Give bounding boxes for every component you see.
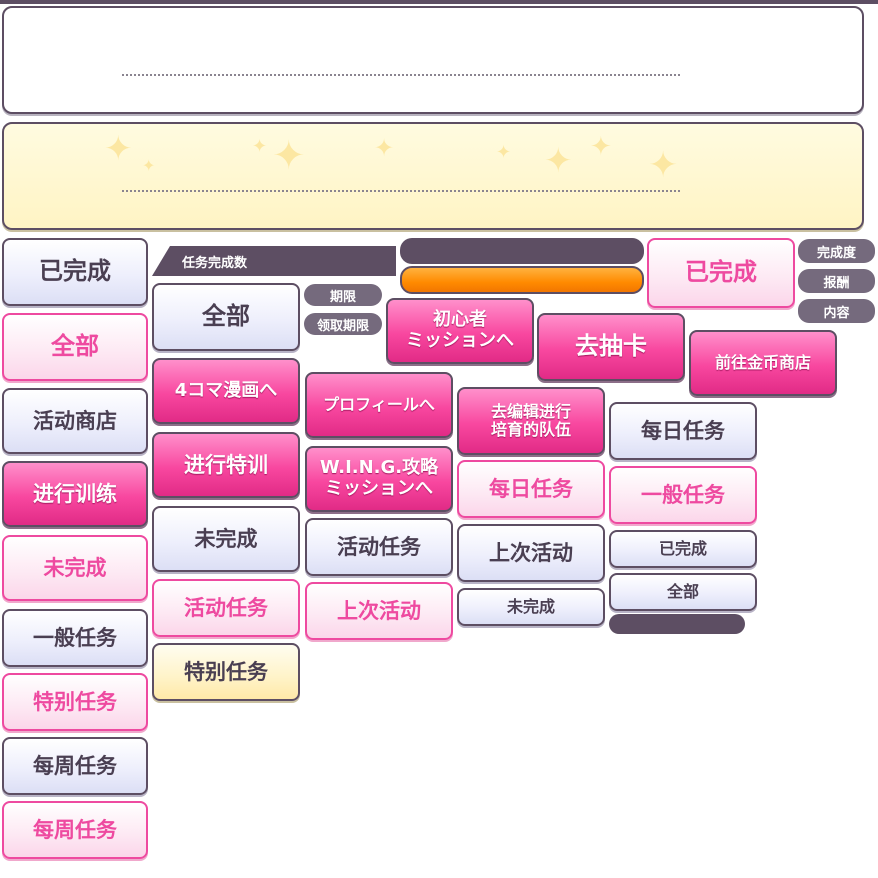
completion-rate-tag: 完成度 bbox=[798, 239, 875, 263]
weekly-missions-active-label: 每周任务 bbox=[33, 817, 117, 842]
period-tag: 期限 bbox=[304, 284, 382, 306]
general-missions-button[interactable]: 一般任务 bbox=[2, 609, 148, 667]
sparkle-icon: ✦ bbox=[496, 142, 512, 163]
weekly-missions-label: 每周任务 bbox=[33, 753, 117, 778]
special-missions-tab[interactable]: 特别任务 bbox=[2, 673, 148, 731]
dotted-divider bbox=[122, 190, 680, 192]
incomplete-button-2[interactable]: 未完成 bbox=[152, 506, 300, 572]
wing-missions-label: W.I.N.G.攻略 ミッションへ bbox=[319, 457, 439, 499]
completed-small-label: 已完成 bbox=[658, 538, 707, 558]
content-tag: 内容 bbox=[798, 299, 875, 323]
content-label: 内容 bbox=[823, 305, 850, 321]
beginner-missions-button[interactable]: 初心者 ミッションへ bbox=[386, 298, 534, 364]
incomplete-small-label: 未完成 bbox=[506, 596, 555, 616]
claim-period-tag: 领取期限 bbox=[304, 313, 382, 335]
special-training-label: 进行特训 bbox=[184, 452, 268, 477]
incomplete-label: 未完成 bbox=[43, 555, 107, 580]
daily-missions-tab[interactable]: 每日任务 bbox=[457, 460, 605, 518]
sparkle-icon: ✦ bbox=[648, 145, 679, 186]
gold-shop-label: 前往金币商店 bbox=[714, 352, 811, 372]
mission-count-ribbon: 任务完成数 bbox=[152, 246, 396, 276]
completed-big-button[interactable]: 已完成 bbox=[647, 238, 795, 308]
completed-label: 已完成 bbox=[39, 257, 111, 286]
beginner-missions-label: 初心者 ミッションへ bbox=[406, 309, 514, 351]
incomplete-small-button[interactable]: 未完成 bbox=[457, 588, 605, 626]
sparkle-icon: ✦ bbox=[142, 156, 156, 175]
to-4koma-label: 4コマ漫画へ bbox=[174, 379, 278, 401]
to-profile-label: プロフィールへ bbox=[323, 394, 435, 414]
all-button[interactable]: 全部 bbox=[2, 313, 148, 381]
dotted-divider bbox=[122, 74, 680, 76]
special-missions-tab-gold[interactable]: 特别任务 bbox=[152, 643, 300, 701]
gacha-label: 去抽卡 bbox=[575, 332, 647, 361]
incomplete-button[interactable]: 未完成 bbox=[2, 535, 148, 601]
weekly-missions-button[interactable]: 每周任务 bbox=[2, 737, 148, 795]
daily-missions-label: 每日任务 bbox=[489, 476, 573, 501]
to-profile-button[interactable]: プロフィールへ bbox=[305, 372, 453, 438]
event-missions-tab[interactable]: 活动任务 bbox=[152, 579, 300, 637]
completed-big-label: 已完成 bbox=[685, 258, 757, 287]
sparkle-icon: ✦ bbox=[544, 141, 573, 181]
sparkle-icon: ✦ bbox=[252, 136, 268, 157]
do-training-button[interactable]: 进行训练 bbox=[2, 461, 148, 527]
wing-missions-button[interactable]: W.I.N.G.攻略 ミッションへ bbox=[305, 446, 453, 512]
all-label-2: 全部 bbox=[202, 302, 250, 331]
weekly-missions-tab-active[interactable]: 每周任务 bbox=[2, 801, 148, 859]
event-shop-button[interactable]: 活动商店 bbox=[2, 388, 148, 454]
period-label: 期限 bbox=[329, 289, 356, 305]
info-panel-yellow: ✦ ✦ ✦ ✦ ✦ ✦ ✦ ✦ ✦ bbox=[2, 122, 864, 230]
general-missions-label: 一般任务 bbox=[33, 625, 117, 650]
last-event-button[interactable]: 上次活动 bbox=[457, 524, 605, 582]
completion-rate-label: 完成度 bbox=[816, 245, 856, 261]
sparkle-icon: ✦ bbox=[272, 133, 306, 179]
event-missions-button[interactable]: 活动任务 bbox=[305, 518, 453, 576]
sparkle-icon: ✦ bbox=[590, 132, 612, 162]
edit-team-button[interactable]: 去编辑进行 培育的队伍 bbox=[457, 387, 605, 455]
last-event-tab[interactable]: 上次活动 bbox=[305, 582, 453, 640]
event-shop-label: 活动商店 bbox=[33, 408, 117, 433]
daily-missions-button[interactable]: 每日任务 bbox=[609, 402, 757, 460]
gacha-button[interactable]: 去抽卡 bbox=[537, 313, 685, 381]
sparkle-icon: ✦ bbox=[104, 129, 133, 169]
reward-tag: 报酬 bbox=[798, 269, 875, 293]
reward-label: 报酬 bbox=[823, 275, 850, 291]
incomplete-label-2: 未完成 bbox=[194, 526, 258, 551]
do-training-label: 进行训练 bbox=[33, 481, 117, 506]
all-small-label: 全部 bbox=[666, 581, 699, 601]
mission-count-label: 任务完成数 bbox=[182, 255, 248, 271]
event-missions-label-3: 活动任务 bbox=[337, 534, 421, 559]
special-missions-gold-label: 特别任务 bbox=[184, 659, 268, 684]
sparkle-icon: ✦ bbox=[374, 134, 395, 162]
daily-missions-label-5: 每日任务 bbox=[641, 418, 725, 443]
progress-bar-fill bbox=[400, 266, 644, 294]
top-border bbox=[0, 0, 878, 4]
general-missions-label-5: 一般任务 bbox=[641, 482, 725, 507]
special-missions-label: 特别任务 bbox=[33, 689, 117, 714]
gold-shop-button[interactable]: 前往金币商店 bbox=[689, 330, 837, 396]
claim-period-label: 领取期限 bbox=[316, 318, 369, 334]
all-label: 全部 bbox=[51, 332, 99, 361]
info-panel-white bbox=[2, 6, 864, 114]
event-missions-label: 活动任务 bbox=[184, 595, 268, 620]
to-4koma-button[interactable]: 4コマ漫画へ bbox=[152, 358, 300, 424]
general-missions-tab[interactable]: 一般任务 bbox=[609, 466, 757, 524]
completed-button[interactable]: 已完成 bbox=[2, 238, 148, 306]
last-event-label-4: 上次活动 bbox=[489, 540, 573, 565]
last-event-label: 上次活动 bbox=[337, 598, 421, 623]
completed-small-button[interactable]: 已完成 bbox=[609, 530, 757, 568]
small-dark-bar bbox=[609, 614, 745, 634]
special-training-button[interactable]: 进行特训 bbox=[152, 432, 300, 498]
edit-team-label: 去编辑进行 培育的队伍 bbox=[490, 401, 571, 439]
all-button-2[interactable]: 全部 bbox=[152, 283, 300, 351]
all-small-button[interactable]: 全部 bbox=[609, 573, 757, 611]
progress-bar-track bbox=[400, 238, 644, 264]
